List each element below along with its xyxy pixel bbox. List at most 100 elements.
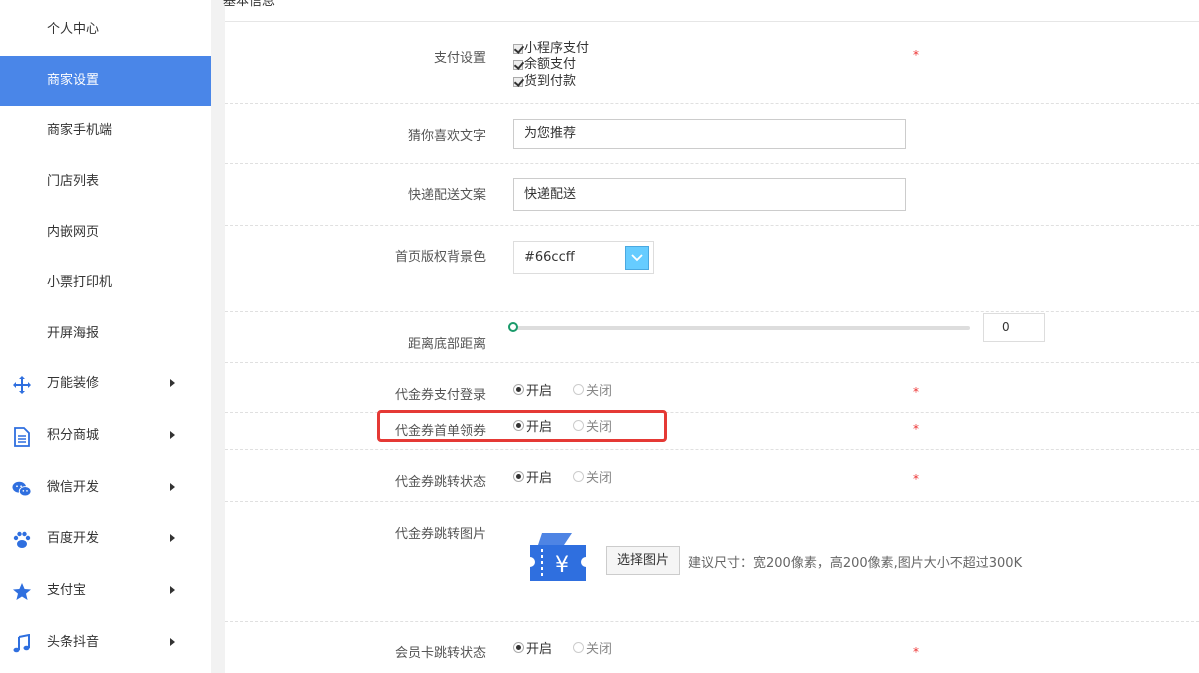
sidebar-item-splash-poster[interactable]: 开屏海报 xyxy=(0,309,211,359)
required-star: * xyxy=(913,48,919,62)
radio-on[interactable]: 开启 xyxy=(513,638,552,657)
field-label: 代金券支付登录 xyxy=(394,388,486,403)
radio-label: 关闭 xyxy=(586,471,613,486)
field-label: 首页版权背景色 xyxy=(394,250,486,265)
sidebar-item-label: 内嵌网页 xyxy=(47,225,100,240)
color-dropdown-button[interactable] xyxy=(625,246,649,270)
checkbox-checked-icon[interactable] xyxy=(513,43,523,54)
member-jump-status-radios: 开启 关闭 xyxy=(513,638,612,657)
sidebar-item-toutiao-douyin[interactable]: 头条抖音 xyxy=(0,618,211,668)
sidebar-item-label: 商家设置 xyxy=(47,73,100,88)
sidebar-item-label: 百度开发 xyxy=(47,531,100,546)
field-label: 支付设置 xyxy=(433,51,486,66)
checkbox-miniprogram-pay[interactable]: 小程序支付 xyxy=(513,40,589,57)
row-coupon-first-order: 代金券首单领券 开启 关闭 * xyxy=(225,413,1199,450)
paw-icon xyxy=(12,530,32,550)
color-picker[interactable]: #66ccff xyxy=(513,241,654,274)
select-image-button[interactable]: 选择图片 xyxy=(606,546,680,575)
settings-form: 基本信息 支付设置 小程序支付 余额支付 货到付款 * 猜你喜欢文字 为您推荐 … xyxy=(223,0,1199,673)
required-star: * xyxy=(913,422,919,436)
checkbox-label: 小程序支付 xyxy=(524,41,590,56)
field-label: 快递配送文案 xyxy=(407,188,486,203)
coupon-jump-status-radios: 开启 关闭 xyxy=(513,467,612,486)
radio-off[interactable]: 关闭 xyxy=(573,467,612,486)
section-title: 基本信息 xyxy=(223,0,276,9)
row-coupon-jump-status: 代金券跳转状态 开启 关闭 * xyxy=(225,450,1199,502)
radio-empty-icon[interactable] xyxy=(573,642,585,653)
section-header: 基本信息 xyxy=(223,0,1199,22)
express-text-input[interactable]: 快递配送 xyxy=(513,178,906,211)
checkbox-checked-icon[interactable] xyxy=(513,76,523,87)
sidebar-item-points-mall[interactable]: 积分商城 xyxy=(0,411,211,461)
sidebar-item-baidu-dev[interactable]: 百度开发 xyxy=(0,514,211,564)
radio-on[interactable]: 开启 xyxy=(513,467,552,486)
sidebar-item-merchant-settings[interactable]: 商家设置 xyxy=(0,56,211,106)
color-value: #66ccff xyxy=(524,250,575,265)
field-label: 猜你喜欢文字 xyxy=(407,129,486,144)
radio-empty-icon[interactable] xyxy=(573,471,585,482)
field-label: 距离底部距离 xyxy=(407,337,486,352)
checkbox-cash-on-delivery[interactable]: 货到付款 xyxy=(513,73,576,90)
star-icon xyxy=(12,582,32,602)
row-member-jump-status: 会员卡跳转状态 开启 关闭 * xyxy=(225,622,1199,673)
checkbox-balance-pay[interactable]: 余额支付 xyxy=(513,56,576,73)
sidebar-item-label: 支付宝 xyxy=(47,583,87,598)
coupon-pay-login-radios: 开启 关闭 xyxy=(513,380,612,399)
radio-label: 关闭 xyxy=(586,642,613,657)
svg-text:¥: ¥ xyxy=(555,553,569,578)
highlight-annotation xyxy=(377,410,667,442)
chevron-down-icon xyxy=(631,254,643,262)
sidebar-item-label: 微信开发 xyxy=(47,480,100,495)
checkbox-label: 货到付款 xyxy=(524,74,577,89)
caret-right-icon xyxy=(170,379,175,387)
row-bottom-distance: 距离底部距离 xyxy=(225,312,1199,363)
radio-label: 开启 xyxy=(526,384,553,399)
sidebar-item-receipt-printer[interactable]: 小票打印机 xyxy=(0,258,211,308)
radio-off[interactable]: 关闭 xyxy=(573,638,612,657)
sidebar-item-personal-center[interactable]: 个人中心 xyxy=(0,5,211,55)
radio-selected-icon[interactable] xyxy=(513,642,524,653)
sidebar-item-label: 门店列表 xyxy=(47,174,100,189)
radio-selected-icon[interactable] xyxy=(513,384,524,395)
row-coupon-pay-login: 代金券支付登录 开启 关闭 * xyxy=(225,363,1199,413)
radio-off[interactable]: 关闭 xyxy=(573,380,612,399)
required-star: * xyxy=(913,472,919,486)
row-payment-settings: 支付设置 小程序支付 余额支付 货到付款 * xyxy=(225,22,1199,104)
sidebar-item-decoration[interactable]: 万能装修 xyxy=(0,359,211,409)
sidebar-item-label: 商家手机端 xyxy=(47,123,113,138)
caret-right-icon xyxy=(170,483,175,491)
sidebar-item-wechat-dev[interactable]: 微信开发 xyxy=(0,463,211,513)
caret-right-icon xyxy=(170,431,175,439)
sidebar-item-label: 个人中心 xyxy=(47,22,100,37)
sidebar-item-alipay[interactable]: 支付宝 xyxy=(0,566,211,616)
caret-right-icon xyxy=(170,638,175,646)
checkbox-checked-icon[interactable] xyxy=(513,59,523,70)
image-size-hint: 建议尺寸：宽200像素，高200像素,图片大小不超过300K xyxy=(688,556,1023,571)
field-label: 代金券跳转状态 xyxy=(394,475,486,490)
sidebar-item-label: 头条抖音 xyxy=(47,635,100,650)
sidebar: 个人中心 商家设置 商家手机端 门店列表 内嵌网页 小票打印机 开屏海报 万能装… xyxy=(0,0,211,673)
sidebar-item-store-list[interactable]: 门店列表 xyxy=(0,157,211,207)
music-icon xyxy=(12,634,32,654)
caret-right-icon xyxy=(170,534,175,542)
radio-label: 关闭 xyxy=(586,384,613,399)
coupon-image: ¥ xyxy=(530,533,586,581)
sidebar-item-merchant-mobile[interactable]: 商家手机端 xyxy=(0,106,211,156)
wechat-icon xyxy=(12,479,32,499)
guess-text-input[interactable]: 为您推荐 xyxy=(513,119,906,149)
field-label: 会员卡跳转状态 xyxy=(394,646,486,661)
row-express-text: 快递配送文案 快递配送 xyxy=(225,164,1199,226)
distance-number-input[interactable]: 0 xyxy=(983,313,1045,342)
sidebar-item-embedded-webpage[interactable]: 内嵌网页 xyxy=(0,208,211,258)
distance-slider-handle[interactable] xyxy=(508,322,518,332)
distance-slider-track[interactable] xyxy=(513,326,970,330)
radio-empty-icon[interactable] xyxy=(573,384,585,395)
radio-label: 开启 xyxy=(526,471,553,486)
radio-selected-icon[interactable] xyxy=(513,471,524,482)
sidebar-item-label: 小票打印机 xyxy=(47,275,113,290)
field-label: 代金券跳转图片 xyxy=(394,527,486,542)
radio-label: 开启 xyxy=(526,642,553,657)
radio-on[interactable]: 开启 xyxy=(513,380,552,399)
move-icon xyxy=(12,375,32,395)
row-guess-text: 猜你喜欢文字 为您推荐 xyxy=(225,104,1199,164)
